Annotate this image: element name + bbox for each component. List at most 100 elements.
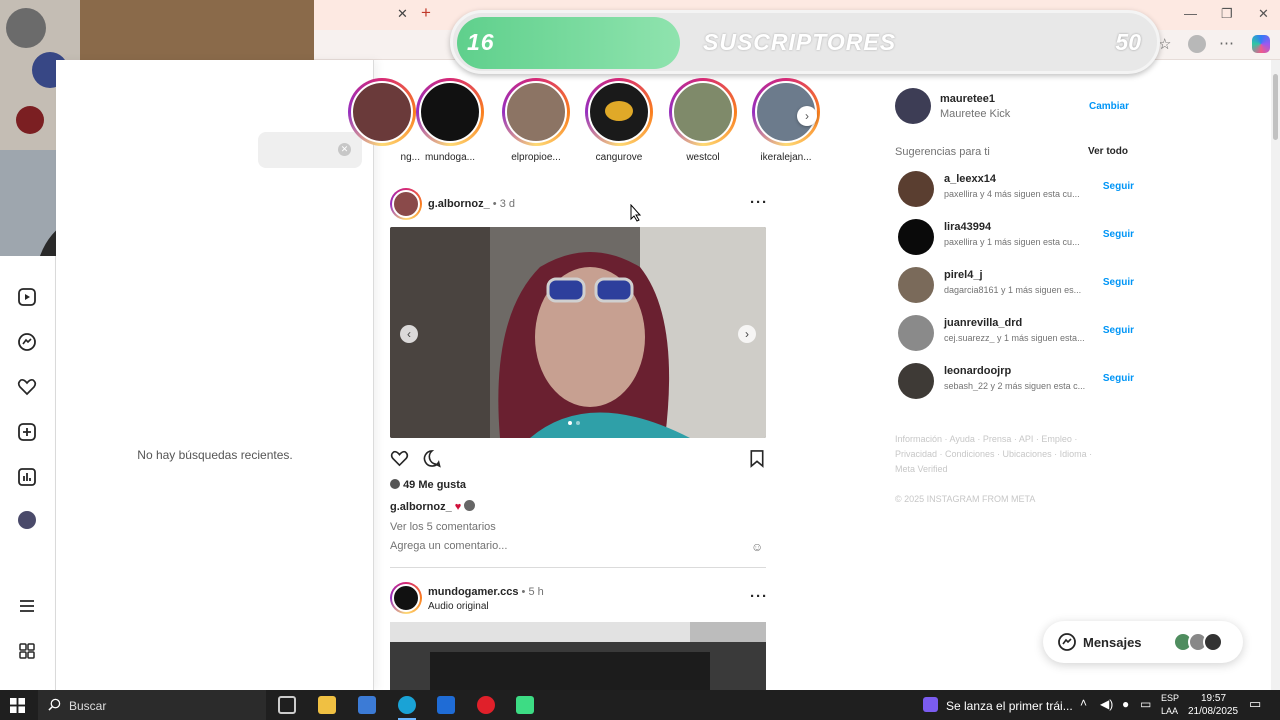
edge-icon[interactable] (398, 696, 416, 714)
news-icon[interactable] (923, 697, 938, 712)
heart-icon[interactable] (17, 377, 37, 397)
suggestion-avatar[interactable] (898, 267, 934, 303)
likes-row: 49 Me gusta (390, 479, 466, 491)
footer-line[interactable]: Información · Ayuda · Prensa · API · Emp… (895, 432, 1115, 447)
follow-button[interactable]: Seguir (1103, 181, 1134, 192)
language-bottom[interactable]: LAA (1161, 706, 1178, 716)
volume-icon[interactable]: ◀) (1100, 697, 1113, 711)
suggestion-username[interactable]: juanrevilla_drd (944, 317, 1022, 329)
follow-button[interactable]: Seguir (1103, 325, 1134, 336)
close-tab-icon[interactable]: ✕ (397, 6, 408, 22)
store-icon[interactable] (358, 696, 376, 714)
reels-icon[interactable] (17, 287, 37, 307)
follow-button[interactable]: Seguir (1103, 229, 1134, 240)
android-icon[interactable] (516, 696, 534, 714)
post-image[interactable] (390, 622, 766, 690)
emoji-picker-icon[interactable]: ☺ (751, 540, 763, 554)
profile-avatar-icon[interactable] (18, 511, 36, 529)
post-avatar[interactable] (390, 188, 422, 220)
windows-start-icon[interactable] (10, 698, 25, 713)
footer-links[interactable]: Información · Ayuda · Prensa · API · Emp… (895, 432, 1115, 477)
messages-button[interactable]: Mensajes (1043, 621, 1243, 663)
more-menu-icon[interactable]: ⋯ (1219, 34, 1234, 52)
microphone-icon[interactable]: ● (1122, 697, 1129, 711)
account-username[interactable]: mauretee1 (940, 93, 995, 105)
account-avatar[interactable] (895, 88, 931, 124)
caption-username[interactable]: g.albornoz_ (390, 501, 452, 513)
file-explorer-icon[interactable] (318, 696, 336, 714)
battery-icon[interactable]: ▭ (1140, 697, 1151, 711)
caption: g.albornoz_ ♥ (390, 500, 476, 513)
close-window-icon[interactable]: ✕ (1258, 6, 1269, 22)
suggestion-subtitle: cej.suarezz_ y 1 más siguen esta... (944, 333, 1085, 343)
menu-icon[interactable] (17, 596, 37, 616)
story-item[interactable]: cangurove (581, 78, 657, 163)
like-icon[interactable] (389, 449, 410, 468)
suggestion-username[interactable]: a_leexx14 (944, 173, 996, 185)
favorites-icon[interactable]: ☆ (1158, 35, 1171, 53)
post-avatar[interactable] (390, 582, 422, 614)
story-name: mundoga... (424, 152, 476, 163)
suggestion-avatar[interactable] (898, 363, 934, 399)
story-item[interactable]: elpropioe... (498, 78, 574, 163)
see-all-link[interactable]: Ver todo (1088, 146, 1128, 157)
clock-date[interactable]: 21/08/2025 (1188, 706, 1238, 717)
story-item[interactable]: westcol (665, 78, 741, 163)
suggestion-subtitle: sebash_22 y 2 más siguen esta c... (944, 381, 1086, 391)
minimize-icon[interactable]: — (1184, 6, 1197, 21)
clock-time[interactable]: 19:57 (1201, 693, 1226, 704)
post-options-icon[interactable]: ··· (750, 588, 768, 605)
suggestion-avatar[interactable] (898, 171, 934, 207)
mouse-cursor-icon (630, 204, 642, 222)
tray-chevron-icon[interactable]: ˄ (1080, 696, 1087, 710)
carousel-prev-icon[interactable]: ‹ (400, 325, 418, 343)
post-username[interactable]: mundogamer.ccs (428, 586, 518, 598)
notifications-icon[interactable]: ▭ (1249, 696, 1261, 712)
suggestion-username[interactable]: pirel4_j (944, 269, 983, 281)
carousel-next-icon[interactable]: › (738, 325, 756, 343)
post-header: mundogamer.ccs • 5 h (428, 586, 544, 598)
taskbar-notification[interactable]: Se lanza el primer trái... (946, 699, 1073, 713)
follow-button[interactable]: Seguir (1103, 373, 1134, 384)
scrollbar-track[interactable] (1271, 60, 1280, 690)
profile-icon[interactable] (1188, 35, 1206, 53)
left-navigation (0, 256, 56, 690)
footer-line[interactable]: Privacidad · Condiciones · Ubicaciones ·… (895, 447, 1115, 462)
dashboard-icon[interactable] (17, 467, 37, 487)
opera-icon[interactable] (477, 696, 495, 714)
scrollbar-thumb[interactable] (1273, 74, 1278, 140)
add-comment-input[interactable]: Agrega un comentario... (390, 540, 766, 556)
stories-next-icon[interactable]: › (797, 106, 817, 126)
suggestion-username[interactable]: lira43994 (944, 221, 991, 233)
maximize-icon[interactable]: ❐ (1221, 6, 1233, 22)
post-username[interactable]: g.albornoz_ (428, 198, 490, 210)
apps-icon[interactable] (17, 641, 37, 661)
save-icon[interactable] (748, 449, 766, 468)
footer-line[interactable]: Meta Verified (895, 462, 1115, 477)
switch-account-link[interactable]: Cambiar (1089, 101, 1129, 112)
likes-count[interactable]: 49 Me gusta (403, 479, 466, 491)
story-item[interactable]: ng... (344, 78, 420, 163)
taskbar-search-input[interactable]: Buscar (38, 690, 266, 720)
comment-icon[interactable] (422, 449, 442, 468)
language-top[interactable]: ESP (1161, 693, 1179, 703)
post-audio[interactable]: Audio original (428, 601, 489, 612)
copilot-icon[interactable] (1252, 35, 1270, 53)
create-post-icon[interactable] (17, 422, 37, 442)
suggestion-username[interactable]: leonardoojrp (944, 365, 1011, 377)
follow-button[interactable]: Seguir (1103, 277, 1134, 288)
task-view-icon[interactable] (278, 696, 296, 714)
new-tab-icon[interactable]: + (421, 3, 431, 23)
story-name: westcol (686, 152, 720, 163)
suggestion-row: pirel4_j dagarcia8161 y 1 más siguen es.… (898, 265, 1134, 305)
post-options-icon[interactable]: ··· (750, 194, 768, 211)
outlook-icon[interactable] (437, 696, 455, 714)
message-avatar (1203, 632, 1223, 652)
story-item[interactable]: mundoga... (412, 78, 488, 163)
suggestion-avatar[interactable] (898, 219, 934, 255)
messenger-icon[interactable] (17, 332, 37, 352)
suggestion-avatar[interactable] (898, 315, 934, 351)
post-image[interactable]: ‹ › (390, 227, 766, 438)
suggestion-row: a_leexx14 paxellira y 4 más siguen esta … (898, 169, 1134, 209)
view-comments-link[interactable]: Ver los 5 comentarios (390, 521, 496, 533)
